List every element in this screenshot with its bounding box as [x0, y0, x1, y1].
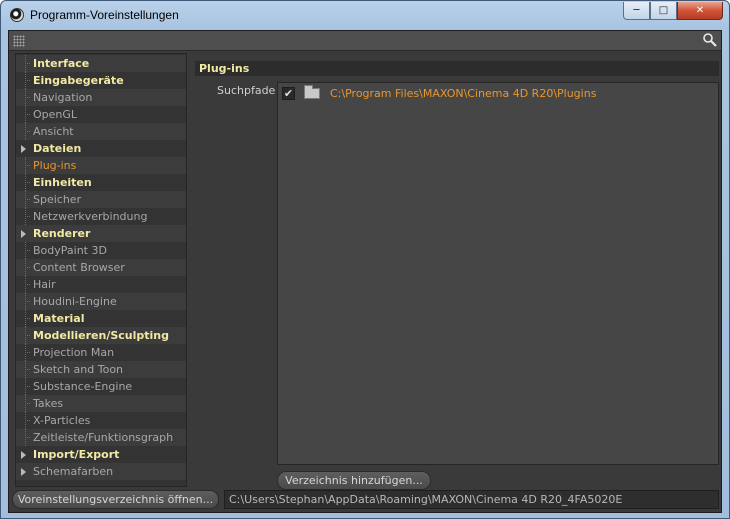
sidebar-item-label: Content Browser [33, 261, 125, 274]
folder-icon[interactable] [304, 84, 320, 99]
sidebar-item[interactable]: Takes [16, 395, 186, 412]
tree-branch [25, 250, 30, 251]
sidebar-item[interactable]: X-Particles [16, 412, 186, 429]
window-title: Programm-Voreinstellungen [30, 8, 179, 22]
sidebar-item-label: Dateien [33, 142, 82, 155]
sidebar-item[interactable]: Dateien [16, 140, 186, 157]
sidebar-item[interactable]: Plug-ins [16, 157, 186, 174]
title-bar[interactable]: Programm-Voreinstellungen ─ □ ✕ [1, 1, 729, 29]
expand-arrow-icon[interactable] [21, 468, 26, 476]
sidebar-item-label: Hair [33, 278, 56, 291]
sidebar-item-label: Takes [33, 397, 64, 410]
sidebar-item[interactable]: Hair [16, 276, 186, 293]
path-row[interactable]: ✔ C:\Program Files\MAXON\Cinema 4D R20\P… [282, 84, 596, 101]
prefs-path-field: C:\Users\Stephan\AppData\Roaming\MAXON\C… [224, 490, 719, 509]
grip-dots-icon[interactable] [13, 35, 25, 47]
tree-branch [25, 114, 30, 115]
settings-tree: Interface Eingabegeräte Navigation OpenGL An… [15, 53, 187, 487]
tree-branch [25, 97, 30, 98]
sidebar-item-label: Schemafarben [33, 465, 114, 478]
toolbar [9, 31, 721, 51]
sidebar-item-label: BodyPaint 3D [33, 244, 107, 257]
tree-branch [25, 369, 30, 370]
tree-branch [25, 131, 30, 132]
sidebar-item[interactable]: Projection Man [16, 344, 186, 361]
sidebar-item[interactable]: Ansicht [16, 123, 186, 140]
sidebar-item-label: Projection Man [33, 346, 115, 359]
sidebar-item[interactable]: Import/Export [16, 446, 186, 463]
sidebar-item-label: Interface [33, 57, 90, 70]
sidebar-item[interactable]: Modellieren/Sculpting [16, 327, 186, 344]
window-controls: ─ □ ✕ [623, 2, 723, 20]
tree-branch [25, 216, 30, 217]
sidebar-item[interactable]: Renderer [16, 225, 186, 242]
tree-branch [25, 199, 30, 200]
search-paths-label: Suchpfade [217, 84, 276, 97]
sidebar-item[interactable]: Zeitleiste/Funktionsgraph [16, 429, 186, 446]
sidebar-item-label: Modellieren/Sculpting [33, 329, 169, 342]
maximize-button[interactable]: □ [650, 2, 677, 20]
tree-branch [25, 437, 30, 438]
tree-branch [25, 63, 30, 64]
sidebar-item-label: Sketch and Toon [33, 363, 124, 376]
sidebar-item-label: Speicher [33, 193, 82, 206]
sidebar-item-label: Plug-ins [33, 159, 77, 172]
sidebar-item[interactable]: Material [16, 310, 186, 327]
sidebar-item[interactable]: OpenGL [16, 106, 186, 123]
cinema4d-logo-icon [10, 8, 24, 22]
sidebar-item[interactable]: BodyPaint 3D [16, 242, 186, 259]
preferences-window: Programm-Voreinstellungen ─ □ ✕ Interfac… [0, 0, 730, 519]
sidebar-item[interactable]: Schemafarben [16, 463, 186, 480]
tree-branch [25, 420, 30, 421]
sidebar-item-label: Substance-Engine [33, 380, 133, 393]
tree-branch [25, 80, 30, 81]
tree-branch [25, 403, 30, 404]
tree-branch [25, 165, 30, 166]
sidebar-item-label: Ansicht [33, 125, 74, 138]
search-paths-list[interactable]: ✔ C:\Program Files\MAXON\Cinema 4D R20\P… [277, 82, 719, 465]
sidebar-item-label: Material [33, 312, 85, 325]
sidebar-item-label: Renderer [33, 227, 91, 240]
tree-branch [25, 301, 30, 302]
sidebar-item-label: Houdini-Engine [33, 295, 117, 308]
add-directory-button[interactable]: Verzeichnis hinzufügen... [277, 471, 431, 490]
sidebar-item[interactable]: Netzwerkverbindung [16, 208, 186, 225]
tree-branch [25, 318, 30, 319]
sidebar-item-label: X-Particles [33, 414, 91, 427]
sidebar-item[interactable]: Einheiten [16, 174, 186, 191]
expand-arrow-icon[interactable] [21, 145, 26, 153]
path-text[interactable]: C:\Program Files\MAXON\Cinema 4D R20\Plu… [330, 87, 596, 100]
expand-arrow-icon[interactable] [21, 451, 26, 459]
sidebar-item-label: OpenGL [33, 108, 78, 121]
sidebar-item[interactable]: Substance-Engine [16, 378, 186, 395]
search-icon[interactable] [702, 32, 718, 48]
settings-panel: Plug-ins Suchpfade ✔ C:\Program Files\MA… [191, 53, 721, 490]
sidebar-item-label: Eingabegeräte [33, 74, 124, 87]
sidebar-item[interactable]: Sketch and Toon [16, 361, 186, 378]
minimize-button[interactable]: ─ [623, 2, 650, 20]
client-area: Interface Eingabegeräte Navigation OpenGL An… [8, 30, 722, 513]
expand-arrow-icon[interactable] [21, 230, 26, 238]
tree-branch [25, 284, 30, 285]
tree-branch [25, 352, 30, 353]
sidebar-item-label: Navigation [33, 91, 93, 104]
sidebar-item[interactable]: Navigation [16, 89, 186, 106]
sidebar-item-label: Netzwerkverbindung [33, 210, 148, 223]
sidebar-item-label: Einheiten [33, 176, 92, 189]
open-prefs-folder-button[interactable]: Voreinstellungsverzeichnis öffnen... [12, 490, 219, 509]
section-title: Plug-ins [195, 61, 719, 76]
tree-branch [25, 386, 30, 387]
path-enabled-checkbox[interactable]: ✔ [282, 86, 295, 100]
sidebar-item-label: Zeitleiste/Funktionsgraph [33, 431, 174, 444]
sidebar-item[interactable]: Speicher [16, 191, 186, 208]
sidebar-item-label: Import/Export [33, 448, 120, 461]
tree-branch [25, 335, 30, 336]
sidebar-item[interactable]: Eingabegeräte [16, 72, 186, 89]
sidebar-item[interactable]: Interface [16, 55, 186, 72]
sidebar-item[interactable]: Content Browser [16, 259, 186, 276]
tree-branch [25, 182, 30, 183]
close-button[interactable]: ✕ [677, 2, 723, 20]
tree-branch [25, 267, 30, 268]
sidebar-item[interactable]: Houdini-Engine [16, 293, 186, 310]
